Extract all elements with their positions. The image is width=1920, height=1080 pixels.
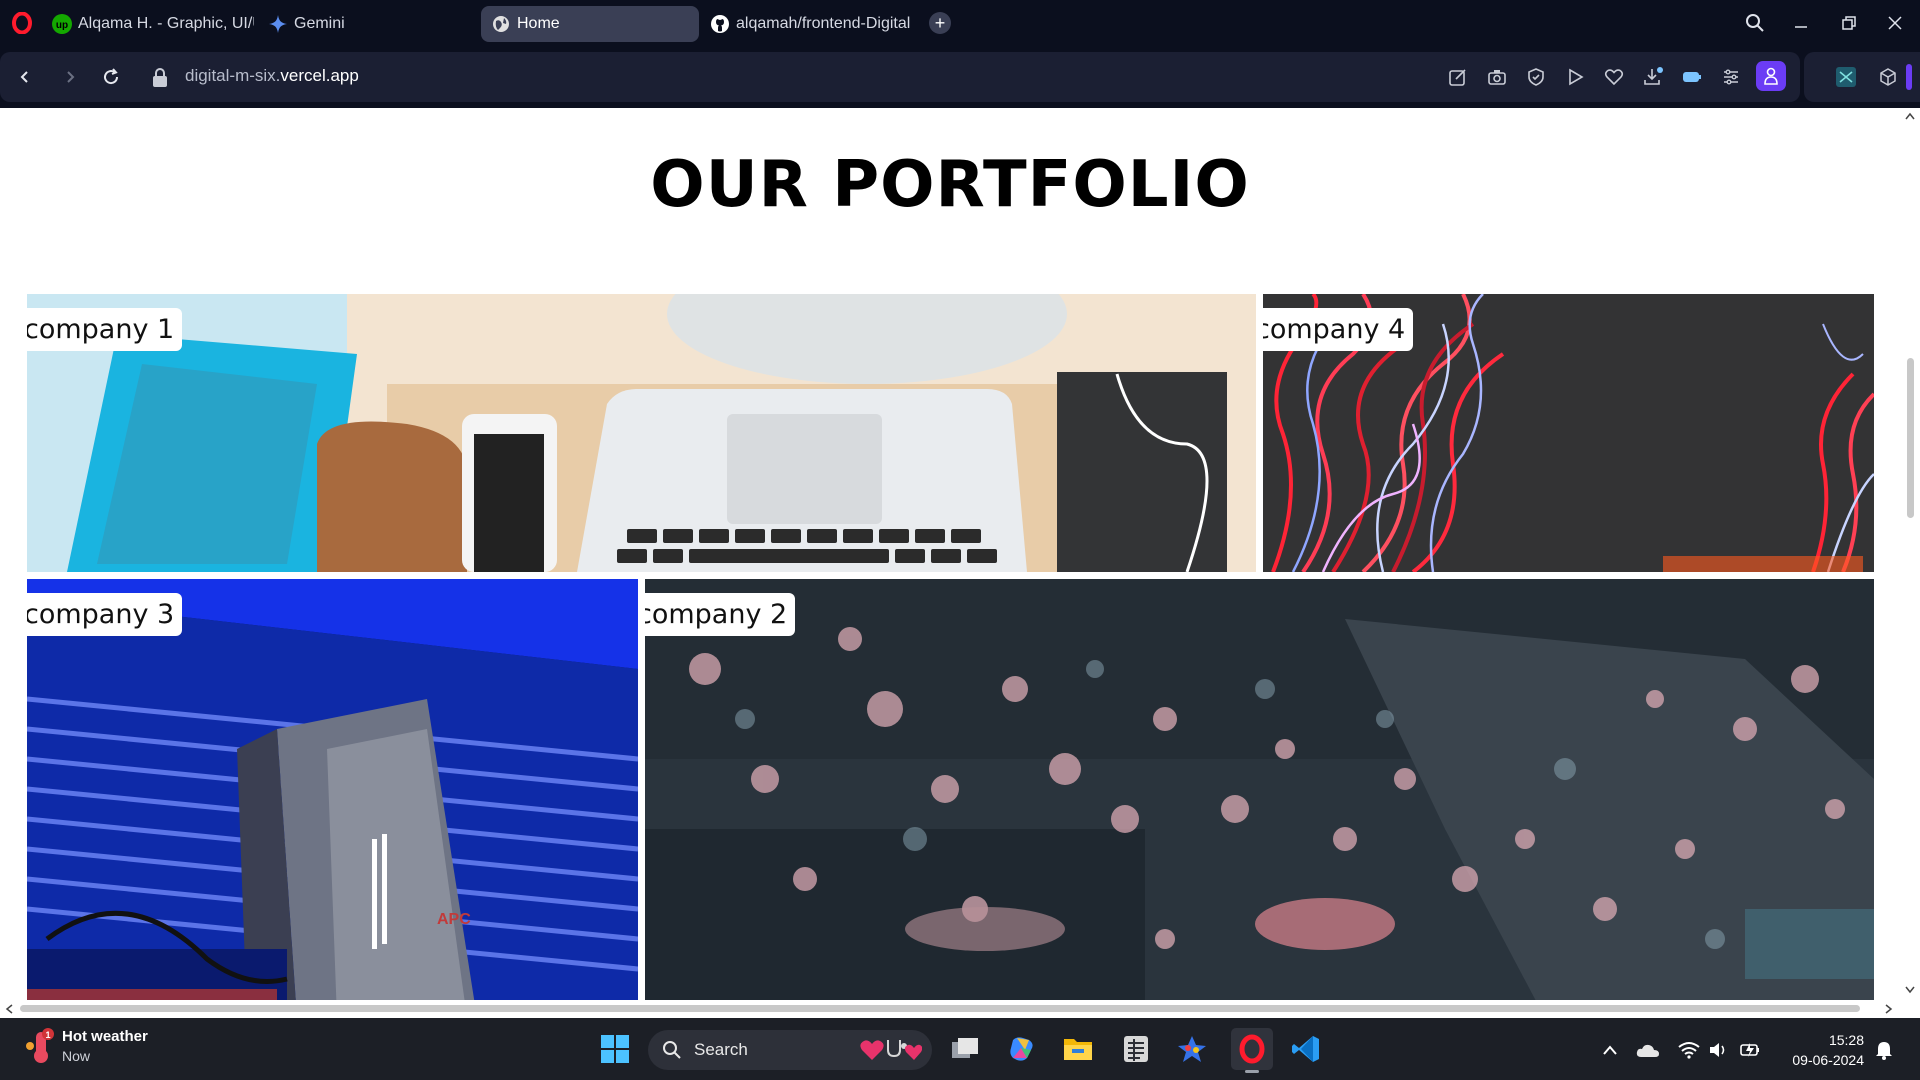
page-title: OUR PORTFOLIO <box>650 148 1250 222</box>
tab-label: Alqama H. - Graphic, UI/U <box>78 15 254 32</box>
svg-text:1: 1 <box>45 1030 50 1040</box>
url-field[interactable]: digital-m-six.vercel.app <box>185 66 359 86</box>
weather-subtitle: Now <box>62 1048 91 1064</box>
taskbar-clock[interactable]: 15:28 09-06-2024 <box>1780 1030 1864 1070</box>
play-icon[interactable] <box>1563 65 1587 89</box>
search-label: Search <box>694 1040 748 1059</box>
horizontal-scroll-thumb[interactable] <box>20 1005 1860 1012</box>
tab-upwork[interactable]: up Alqama H. - Graphic, UI/U <box>42 6 254 42</box>
scroll-right-icon[interactable] <box>1885 1004 1893 1014</box>
opera-logo-icon[interactable] <box>12 12 32 34</box>
taskbar: 1 Hot weather Now Search 15:28 09-06-202… <box>0 1018 1920 1080</box>
close-icon[interactable] <box>1882 10 1908 36</box>
tab-label: Home <box>517 15 560 32</box>
thermometer-icon: 1 <box>26 1028 54 1063</box>
page-viewport: OUR PORTFOLIO company 1 company 4 APC co… <box>0 108 1920 1018</box>
vertical-scrollbar[interactable] <box>1900 108 1920 1018</box>
tab-home[interactable]: Home <box>481 6 699 42</box>
cube-icon[interactable] <box>1876 65 1900 89</box>
desk-laptop-photo <box>27 294 1256 572</box>
globe-icon <box>491 14 511 34</box>
forward-icon[interactable] <box>57 64 83 90</box>
server-rack-photo: APC GRIDSTORE <box>27 579 638 1018</box>
extensions-bar <box>1804 52 1920 102</box>
svg-text:APC: APC <box>437 911 471 928</box>
portfolio-tile-company-4[interactable]: company 4 <box>1263 294 1874 572</box>
url-domain: vercel.app <box>280 66 359 85</box>
tab-strip: up Alqama H. - Graphic, UI/U Gemini Home… <box>0 0 1920 46</box>
download-icon[interactable] <box>1641 65 1665 89</box>
upwork-icon: up <box>52 14 72 34</box>
onedrive-icon[interactable] <box>1636 1038 1660 1062</box>
notification-bell-icon[interactable] <box>1872 1038 1896 1062</box>
new-tab-button[interactable]: + <box>929 12 951 34</box>
active-indicator <box>1245 1070 1259 1073</box>
copilot-icon[interactable] <box>1005 1032 1039 1066</box>
profile-icon[interactable] <box>1756 61 1786 91</box>
scroll-left-icon[interactable] <box>5 1004 13 1014</box>
scroll-down-icon[interactable] <box>1905 986 1915 994</box>
health-highlight-icon <box>860 1040 922 1060</box>
portfolio-tile-company-1[interactable]: company 1 <box>27 294 1256 572</box>
tab-label: alqamah/frontend-Digital <box>736 15 911 32</box>
extension-icon[interactable] <box>1834 65 1858 89</box>
edit-icon[interactable] <box>1446 65 1470 89</box>
camera-icon[interactable] <box>1485 65 1509 89</box>
shield-icon[interactable] <box>1524 65 1548 89</box>
weather-widget[interactable]: 1 Hot weather Now <box>24 1028 148 1064</box>
clock-date: 09-06-2024 <box>1792 1052 1864 1068</box>
scroll-up-icon[interactable] <box>1905 112 1915 120</box>
url-prefix: digital-m-six. <box>185 66 281 85</box>
lock-icon[interactable] <box>150 67 170 89</box>
portfolio-tile-company-2[interactable]: company 2 <box>645 579 1874 1018</box>
tab-label: Gemini <box>294 15 345 32</box>
back-icon[interactable] <box>12 64 38 90</box>
wifi-icon[interactable] <box>1677 1038 1701 1062</box>
search-icon <box>663 1041 681 1059</box>
task-view-icon[interactable] <box>948 1032 982 1066</box>
easy-setup-icon[interactable] <box>1719 65 1743 89</box>
tab-gemini[interactable]: Gemini <box>258 6 368 42</box>
vertical-scroll-thumb[interactable] <box>1907 358 1914 518</box>
windows-start-icon[interactable] <box>598 1032 632 1066</box>
battery-saver-icon[interactable] <box>1680 65 1704 89</box>
minimize-icon[interactable] <box>1788 10 1814 36</box>
tile-label: company 2 <box>645 593 796 636</box>
gemini-icon <box>268 14 288 34</box>
paint-icon[interactable] <box>1175 1032 1209 1066</box>
github-icon <box>710 14 730 34</box>
battery-icon[interactable] <box>1739 1038 1763 1062</box>
reload-icon[interactable] <box>98 64 124 90</box>
vscode-icon[interactable] <box>1289 1032 1323 1066</box>
tile-label: company 4 <box>1263 308 1414 351</box>
volume-icon[interactable] <box>1706 1038 1730 1062</box>
weather-title: Hot weather <box>62 1028 148 1045</box>
address-bar: digital-m-six.vercel.app <box>0 52 1800 102</box>
tile-label: company 3 <box>27 593 183 636</box>
taskbar-search[interactable]: Search <box>648 1030 932 1070</box>
sidebar-accent <box>1906 64 1912 90</box>
opera-taskbar-icon[interactable] <box>1231 1028 1273 1073</box>
svg-text:up: up <box>56 20 68 31</box>
clock-time: 15:28 <box>1828 1032 1864 1048</box>
tile-label: company 1 <box>27 308 183 351</box>
tab-search-icon[interactable] <box>1742 10 1768 36</box>
circuit-bokeh-photo <box>645 579 1874 1018</box>
portfolio-tile-company-3[interactable]: APC GRIDSTORE company 3 <box>27 579 638 1018</box>
horizontal-scrollbar[interactable] <box>0 1000 1900 1018</box>
restore-icon[interactable] <box>1836 10 1862 36</box>
tab-github[interactable]: alqamah/frontend-Digital <box>700 6 915 42</box>
notepad-icon[interactable] <box>1119 1032 1153 1066</box>
heart-icon[interactable] <box>1602 65 1626 89</box>
chevron-up-icon[interactable] <box>1598 1038 1622 1062</box>
file-explorer-icon[interactable] <box>1061 1032 1095 1066</box>
